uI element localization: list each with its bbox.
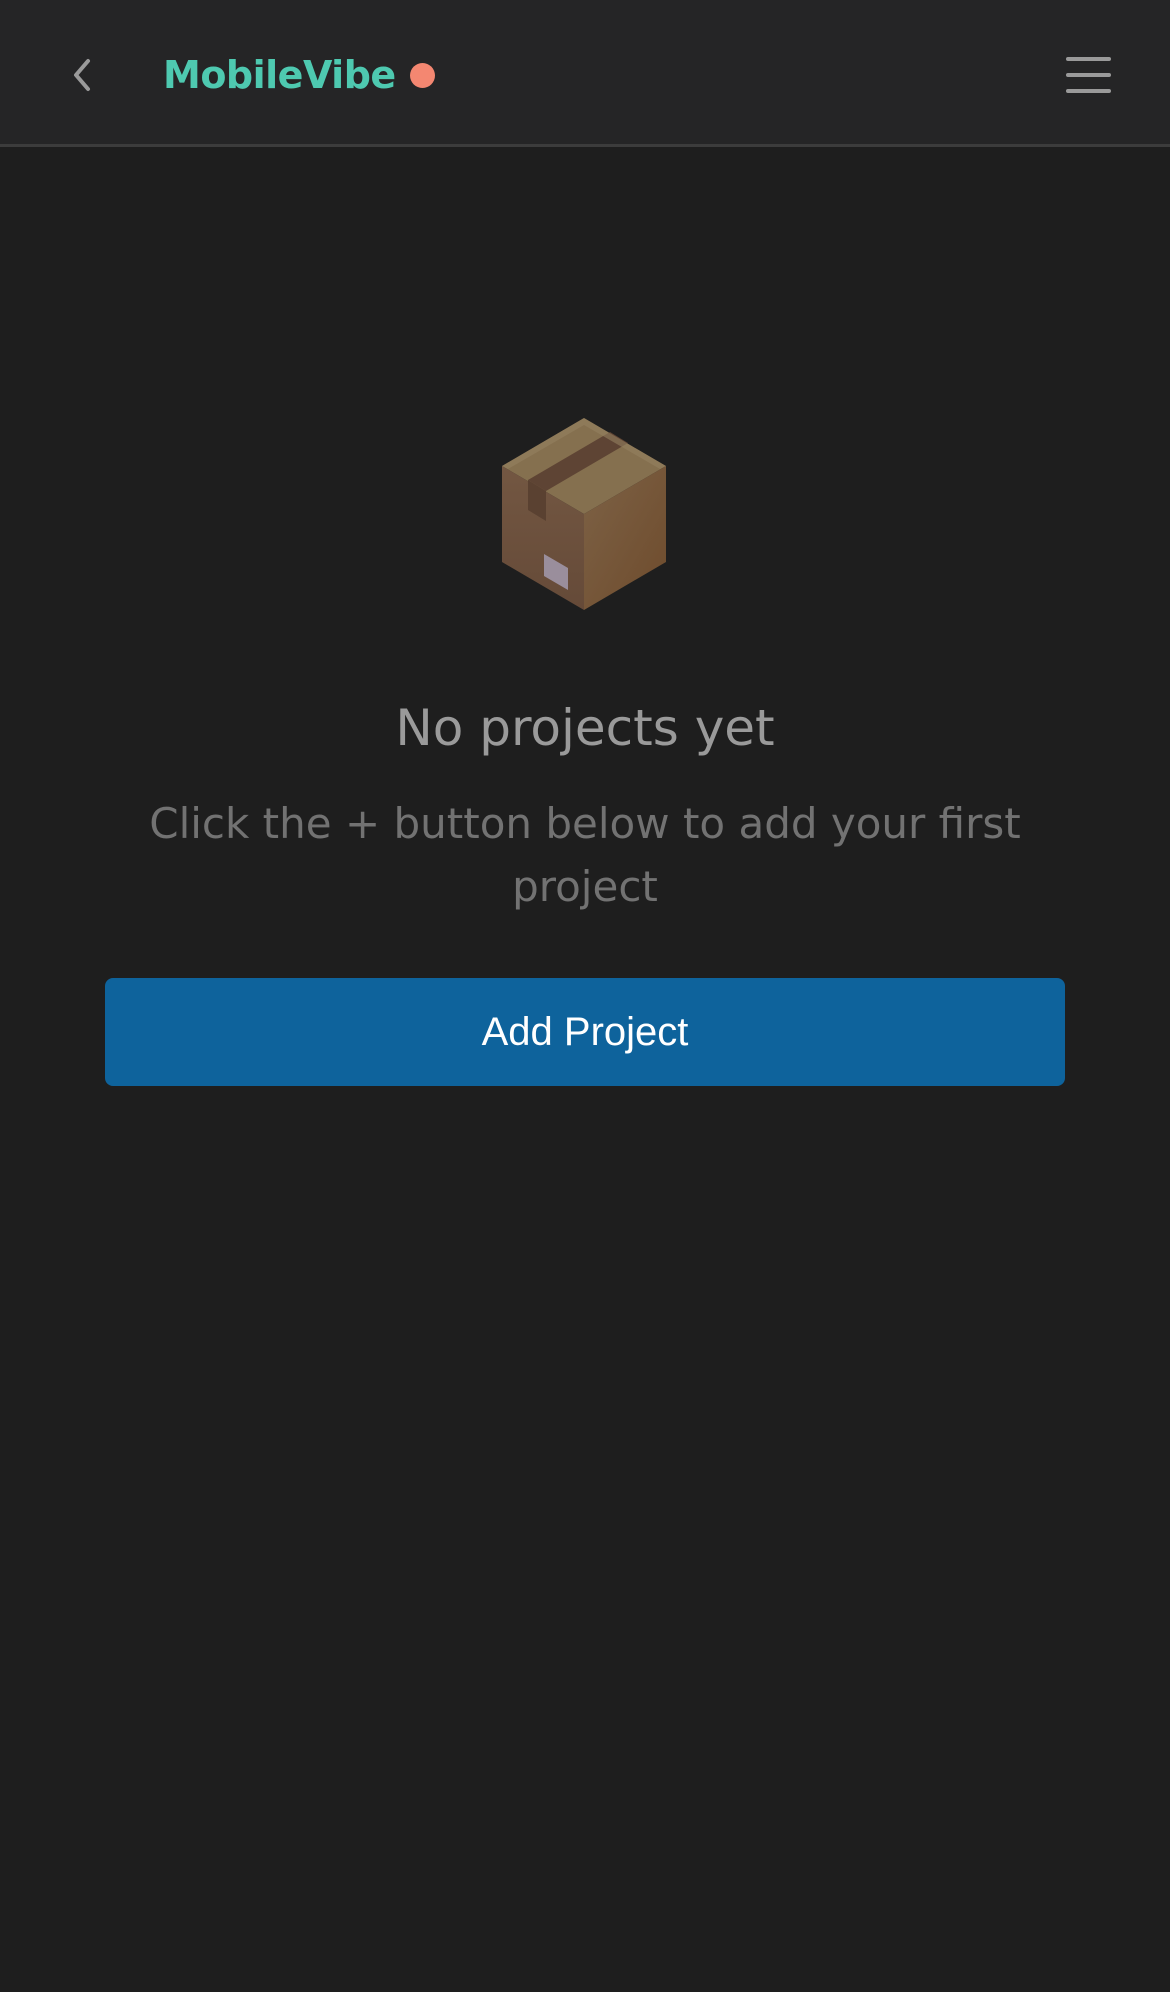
package-box-icon xyxy=(502,418,666,610)
chevron-left-icon xyxy=(74,59,90,91)
app-screen: MobileVibe No projects yet Click the + b… xyxy=(0,0,1170,1992)
connection-status-dot xyxy=(410,63,435,88)
app-title: MobileVibe xyxy=(163,53,396,97)
empty-state-title: No projects yet xyxy=(395,699,775,757)
back-button[interactable] xyxy=(52,45,112,105)
empty-state-subtitle: Click the + button below to add your fir… xyxy=(149,799,1021,911)
top-bar: MobileVibe xyxy=(0,0,1170,147)
add-project-button[interactable]: Add Project xyxy=(105,978,1065,1086)
menu-button[interactable] xyxy=(1060,50,1116,100)
hamburger-menu-icon xyxy=(1066,57,1111,61)
